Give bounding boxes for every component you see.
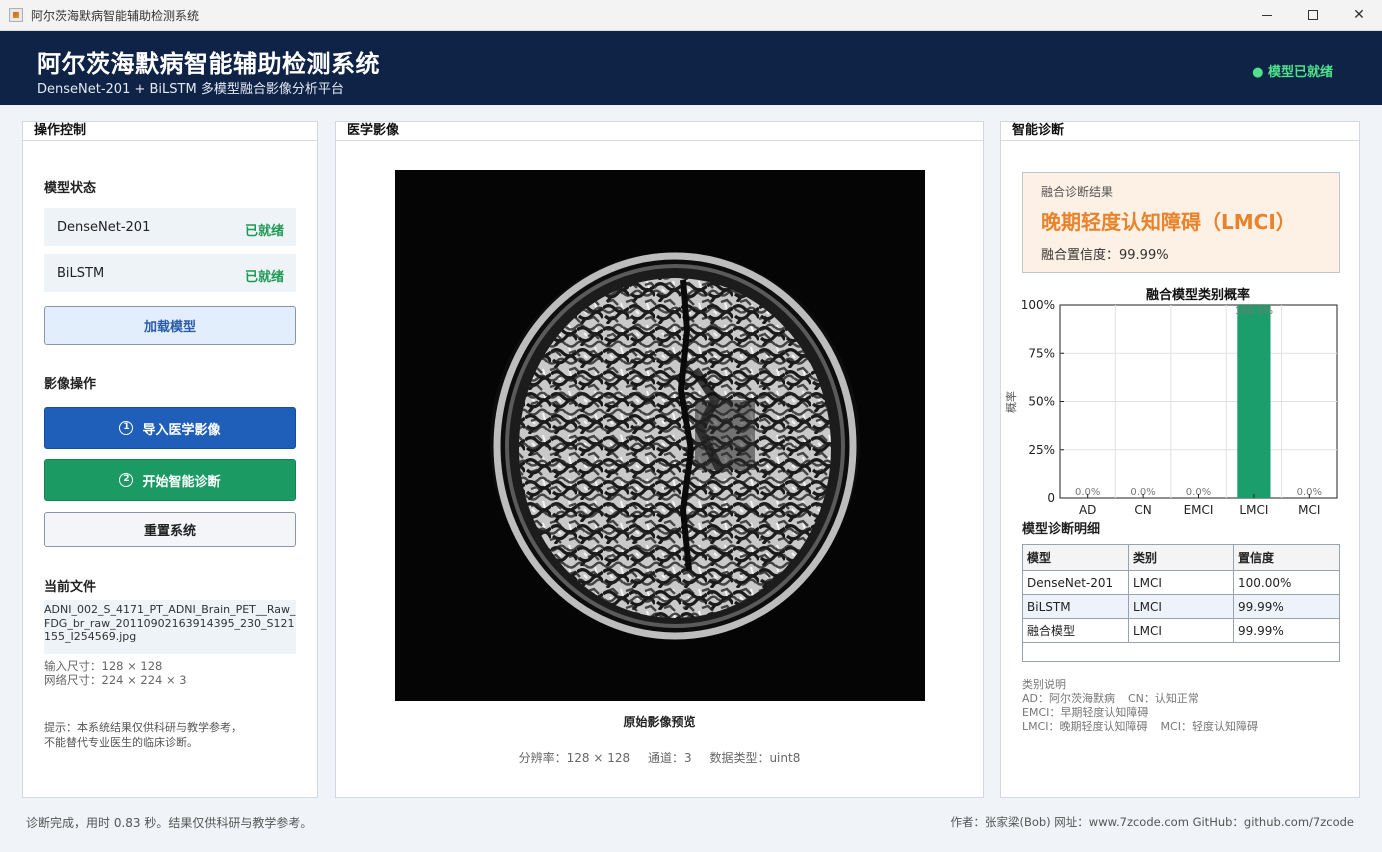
model-state: 已就绪 xyxy=(244,270,284,285)
table-cell: 99.99% xyxy=(1233,594,1340,619)
diagnosis-panel-title: 智能诊断 xyxy=(1001,122,1359,141)
model-ready-status: ● 模型已就绪 xyxy=(1252,65,1333,80)
step-one-icon: 1 xyxy=(119,421,134,435)
x-tick-label: CN xyxy=(1134,503,1151,517)
model-state: 已就绪 xyxy=(244,224,284,239)
table-cell: 融合模型 xyxy=(1022,618,1129,643)
data-label: 100.0% xyxy=(1235,306,1273,317)
tip-line-1: 提示：本系统结果仅供科研与教学参考， xyxy=(44,721,242,734)
result-diagnosis: 晚期轻度认知障碍（LMCI） xyxy=(1041,210,1296,234)
import-image-button[interactable]: 1 导入医学影像 xyxy=(44,407,296,449)
x-tick-label: MCI xyxy=(1298,503,1320,517)
table-cell: LMCI xyxy=(1128,594,1234,619)
model-status-label: 模型状态 xyxy=(44,181,97,196)
minimize-icon xyxy=(1262,14,1272,16)
y-tick-label: 75% xyxy=(1028,346,1055,360)
window-titlebar: 阿尔茨海默病智能辅助检测系统 ✕ xyxy=(0,0,1382,31)
current-file-path: ADNI_002_S_4171_PT_ADNI_Brain_PET__Raw_F… xyxy=(44,600,296,654)
table-row: DenseNet-201 LMCI 100.00% xyxy=(1022,570,1340,595)
model-name: BiLSTM xyxy=(57,266,105,281)
y-tick-label: 0 xyxy=(1047,491,1055,505)
close-button[interactable]: ✕ xyxy=(1336,0,1382,30)
step-two-icon: 2 xyxy=(119,473,134,487)
fusion-result-card: 融合诊断结果 晚期轻度认知障碍（LMCI） 融合置信度：99.99% xyxy=(1022,172,1340,273)
y-tick-label: 100% xyxy=(1021,298,1055,312)
image-panel-title: 医学影像 xyxy=(336,122,983,141)
model-detail-table: 模型 类别 置信度 DenseNet-201 LMCI 100.00% BiLS… xyxy=(1022,544,1340,662)
table-empty-cell xyxy=(1022,642,1340,662)
y-tick-label: 50% xyxy=(1028,395,1055,409)
column-header: 置信度 xyxy=(1233,544,1340,571)
legend-ad: AD：阿尔茨海默病 xyxy=(1022,692,1115,705)
close-icon: ✕ xyxy=(1353,7,1365,23)
control-panel-title: 操作控制 xyxy=(23,122,317,141)
app-header: 阿尔茨海默病智能辅助检测系统 DenseNet-201 + BiLSTM 多模型… xyxy=(0,31,1382,105)
result-label: 融合诊断结果 xyxy=(1041,185,1114,199)
legend-emci: EMCI：早期轻度认知障碍 xyxy=(1022,706,1149,719)
x-tick-label: LMCI xyxy=(1239,503,1268,517)
import-image-label: 导入医学影像 xyxy=(142,422,221,438)
y-tick-label: 25% xyxy=(1028,443,1055,457)
bar-lmci xyxy=(1237,305,1271,498)
table-row: BiLSTM LMCI 99.99% xyxy=(1022,594,1340,619)
model-row-bilstm: BiLSTM 已就绪 xyxy=(44,254,296,292)
image-ops-label: 影像操作 xyxy=(44,377,97,392)
legend-lmci: LMCI：晚期轻度认知障碍 xyxy=(1022,720,1148,733)
chart-title: 融合模型类别概率 xyxy=(1146,287,1250,303)
app-icon xyxy=(9,8,23,22)
legend-cn: CN：认知正常 xyxy=(1128,692,1199,705)
window-title: 阿尔茨海默病智能辅助检测系统 xyxy=(31,9,200,23)
control-panel: 操作控制 模型状态 DenseNet-201 已就绪 BiLSTM 已就绪 加载… xyxy=(22,121,318,798)
category-legend: 类别说明 AD：阿尔茨海默病 CN：认知正常 EMCI：早期轻度认知障碍 LMCI… xyxy=(1022,678,1258,734)
table-row: 融合模型 LMCI 99.99% xyxy=(1022,618,1340,643)
legend-mci: MCI：轻度认知障碍 xyxy=(1160,720,1258,733)
model-detail-title: 模型诊断明细 xyxy=(1022,522,1101,537)
resolution-info: 分辨率：128 × 128 xyxy=(518,751,631,765)
start-diagnosis-label: 开始智能诊断 xyxy=(142,474,221,490)
tip-line-2: 不能替代专业医生的临床诊断。 xyxy=(44,736,198,749)
x-tick-label: EMCI xyxy=(1184,503,1214,517)
table-cell: 99.99% xyxy=(1233,618,1340,643)
diagnosis-panel: 智能诊断 融合诊断结果 晚期轻度认知障碍（LMCI） 融合置信度：99.99% … xyxy=(1000,121,1360,798)
image-caption: 原始影像预览 xyxy=(623,715,696,729)
table-cell: BiLSTM xyxy=(1022,594,1129,619)
current-file-label: 当前文件 xyxy=(44,580,97,595)
start-diagnosis-button[interactable]: 2 开始智能诊断 xyxy=(44,459,296,501)
footer-credits: 作者：张家梁(Bob) 网址：www.7zcode.com GitHub：git… xyxy=(950,815,1354,829)
probability-chart: 融合模型类别概率 概率 025%50%75%100%0.0%AD0.0%CN0.… xyxy=(1004,287,1338,517)
result-confidence: 融合置信度：99.99% xyxy=(1041,248,1169,263)
mri-preview-image xyxy=(395,170,925,701)
app-title: 阿尔茨海默病智能辅助检测系统 xyxy=(37,50,380,78)
column-header: 模型 xyxy=(1022,544,1129,571)
app-subtitle: DenseNet-201 + BiLSTM 多模型融合影像分析平台 xyxy=(37,82,344,97)
load-model-button[interactable]: 加载模型 xyxy=(44,306,296,345)
status-bar-message: 诊断完成，用时 0.83 秒。结果仅供科研与教学参考。 xyxy=(26,816,313,830)
x-tick-label: AD xyxy=(1079,503,1096,517)
table-cell: LMCI xyxy=(1128,570,1234,595)
maximize-icon xyxy=(1308,10,1318,20)
image-panel: 医学影像 原始影像预览 分辨率：128 × 128 通道：3 数据类型：uint… xyxy=(335,121,984,798)
minimize-button[interactable] xyxy=(1244,0,1290,30)
table-cell: DenseNet-201 xyxy=(1022,570,1129,595)
table-empty-row xyxy=(1022,642,1340,662)
channels-info: 通道：3 xyxy=(647,751,692,765)
maximize-button[interactable] xyxy=(1290,0,1336,30)
column-header: 类别 xyxy=(1128,544,1234,571)
brain-scan-graphic xyxy=(490,252,860,640)
model-name: DenseNet-201 xyxy=(57,220,151,235)
table-header-row: 模型 类别 置信度 xyxy=(1022,544,1340,571)
image-metadata: 分辨率：128 × 128 通道：3 数据类型：uint8 xyxy=(336,749,983,766)
chart-ylabel: 概率 xyxy=(1004,391,1018,413)
table-cell: 100.00% xyxy=(1233,570,1340,595)
model-row-densenet: DenseNet-201 已就绪 xyxy=(44,208,296,246)
disclaimer-tip: 提示：本系统结果仅供科研与教学参考， 不能替代专业医生的临床诊断。 xyxy=(44,720,304,750)
legend-title: 类别说明 xyxy=(1022,678,1066,691)
table-cell: LMCI xyxy=(1128,618,1234,643)
network-size: 网络尺寸：224 × 224 × 3 xyxy=(44,673,187,687)
dtype-info: 数据类型：uint8 xyxy=(709,751,801,765)
reset-system-button[interactable]: 重置系统 xyxy=(44,512,296,547)
